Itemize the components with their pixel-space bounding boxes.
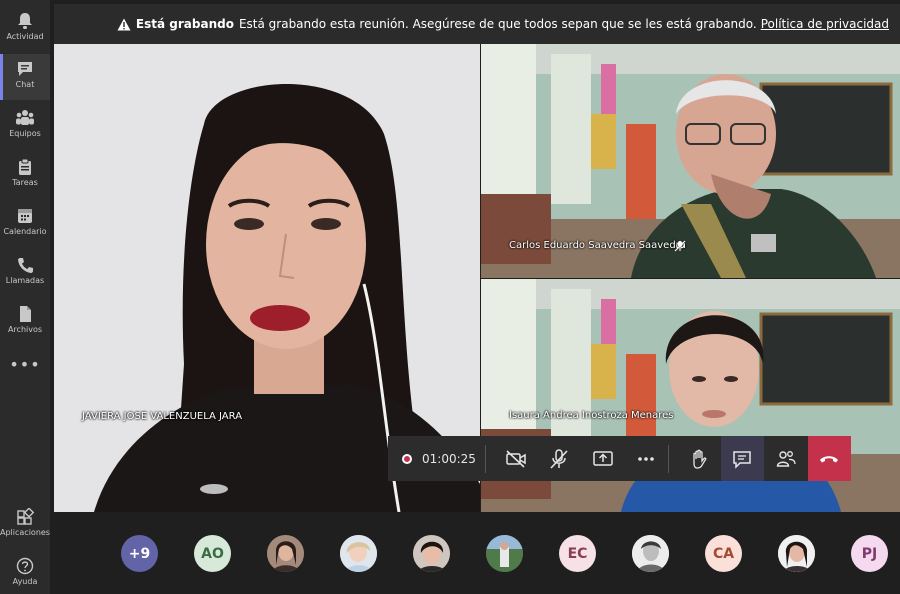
mic-off-icon xyxy=(550,448,568,469)
participant-avatar-pj[interactable]: PJ xyxy=(851,535,888,572)
assignments-icon xyxy=(19,158,31,175)
participant-strip: +9 AO EC CA PJ xyxy=(54,512,900,594)
chat-icon xyxy=(18,62,32,76)
camera-toggle-button[interactable] xyxy=(494,436,538,481)
muted-mic-icon xyxy=(674,240,686,252)
privacy-policy-link[interactable]: Política de privacidad xyxy=(761,17,889,31)
calendar-icon xyxy=(18,209,32,223)
more-icon xyxy=(638,456,655,461)
meeting-chat-button[interactable] xyxy=(720,436,765,481)
avatar-photo xyxy=(267,535,304,572)
warning-icon xyxy=(117,18,131,30)
rail-item-label: Archivos xyxy=(7,325,43,334)
recording-title: Está grabando xyxy=(135,17,234,31)
rail-item-teams[interactable]: Equipos xyxy=(0,103,50,149)
phone-icon xyxy=(18,258,33,273)
participants-button[interactable] xyxy=(764,436,808,481)
teams-icon xyxy=(16,110,34,125)
rail-item-files[interactable]: Archivos xyxy=(0,299,50,345)
rail-item-label: Chat xyxy=(15,80,35,89)
chat-icon xyxy=(733,450,752,469)
participant-avatar[interactable] xyxy=(486,535,523,572)
recording-banner: Está grabando Está grabando esta reunión… xyxy=(54,4,900,44)
rail-item-apps[interactable]: Aplicaciones xyxy=(0,502,50,548)
more-apps-icon[interactable]: ••• xyxy=(0,355,50,374)
hang-up-button[interactable] xyxy=(807,436,852,481)
rail-item-label: Ayuda xyxy=(12,577,38,586)
files-icon xyxy=(20,306,31,322)
participant-name: JAVIERA JOSE VALENZUELA JARA xyxy=(82,411,243,422)
rail-item-activity[interactable]: Actividad xyxy=(0,6,50,52)
participant-avatar[interactable] xyxy=(632,535,669,572)
participant-avatar[interactable] xyxy=(340,535,377,572)
avatar-photo xyxy=(486,535,523,572)
raise-hand-icon xyxy=(693,449,707,469)
participant-avatar[interactable] xyxy=(413,535,450,572)
apps-icon xyxy=(17,508,35,525)
teams-meeting-window: Actividad Chat Equipos Tareas Calendario… xyxy=(0,0,900,594)
participant-avatar-ca[interactable]: CA xyxy=(705,535,742,572)
timer-text: 01:00:25 xyxy=(422,451,476,466)
divider xyxy=(668,444,670,473)
participant-avatar-ao[interactable]: AO xyxy=(194,535,231,572)
rail-item-assignments[interactable]: Tareas xyxy=(0,152,50,198)
avatar-photo xyxy=(778,535,815,572)
participants-icon xyxy=(776,450,796,467)
rail-item-label: Aplicaciones xyxy=(0,528,50,537)
mic-toggle-button[interactable] xyxy=(538,436,582,481)
rail-item-label: Tareas xyxy=(12,178,38,187)
call-controls: 01:00:25 xyxy=(388,436,852,481)
rail-item-label: Equipos xyxy=(9,129,41,138)
participant-name: Carlos Eduardo Saavedra Saavedra xyxy=(509,240,686,251)
recording-indicator-icon xyxy=(402,453,412,464)
rail-item-calendar[interactable]: Calendario xyxy=(0,201,50,247)
avatar-photo xyxy=(632,535,669,572)
bell-icon xyxy=(18,13,32,29)
avatar-photo xyxy=(413,535,450,572)
participant-avatar[interactable] xyxy=(778,535,815,572)
rail-item-label: Actividad xyxy=(6,32,44,41)
avatar-photo xyxy=(340,535,377,572)
share-screen-icon xyxy=(593,450,613,466)
app-rail: Actividad Chat Equipos Tareas Calendario… xyxy=(0,0,50,594)
share-screen-button[interactable] xyxy=(581,436,625,481)
hang-up-icon xyxy=(820,455,839,462)
overflow-participants-button[interactable]: +9 xyxy=(121,535,158,572)
participant-name: Isaura Andrea Inostroza Menares xyxy=(509,410,674,421)
rail-item-chat[interactable]: Chat xyxy=(0,54,50,100)
rail-item-calls[interactable]: Llamadas xyxy=(0,250,50,296)
participant-avatar-ec[interactable]: EC xyxy=(559,535,596,572)
participant-avatar[interactable] xyxy=(267,535,304,572)
rail-item-label: Calendario xyxy=(3,227,47,236)
recording-timer: 01:00:25 xyxy=(388,452,485,466)
more-actions-button[interactable] xyxy=(625,436,669,481)
divider xyxy=(485,444,487,473)
recording-message: Está grabando esta reunión. Asegúrese de… xyxy=(238,17,757,31)
rail-item-label: Llamadas xyxy=(5,276,45,285)
rail-item-help[interactable]: Ayuda xyxy=(0,551,50,594)
help-icon xyxy=(16,557,34,575)
raise-hand-button[interactable] xyxy=(677,436,721,481)
video-tile-top-right[interactable]: Carlos Eduardo Saavedra Saavedra xyxy=(481,44,900,278)
camera-off-icon xyxy=(506,449,526,468)
